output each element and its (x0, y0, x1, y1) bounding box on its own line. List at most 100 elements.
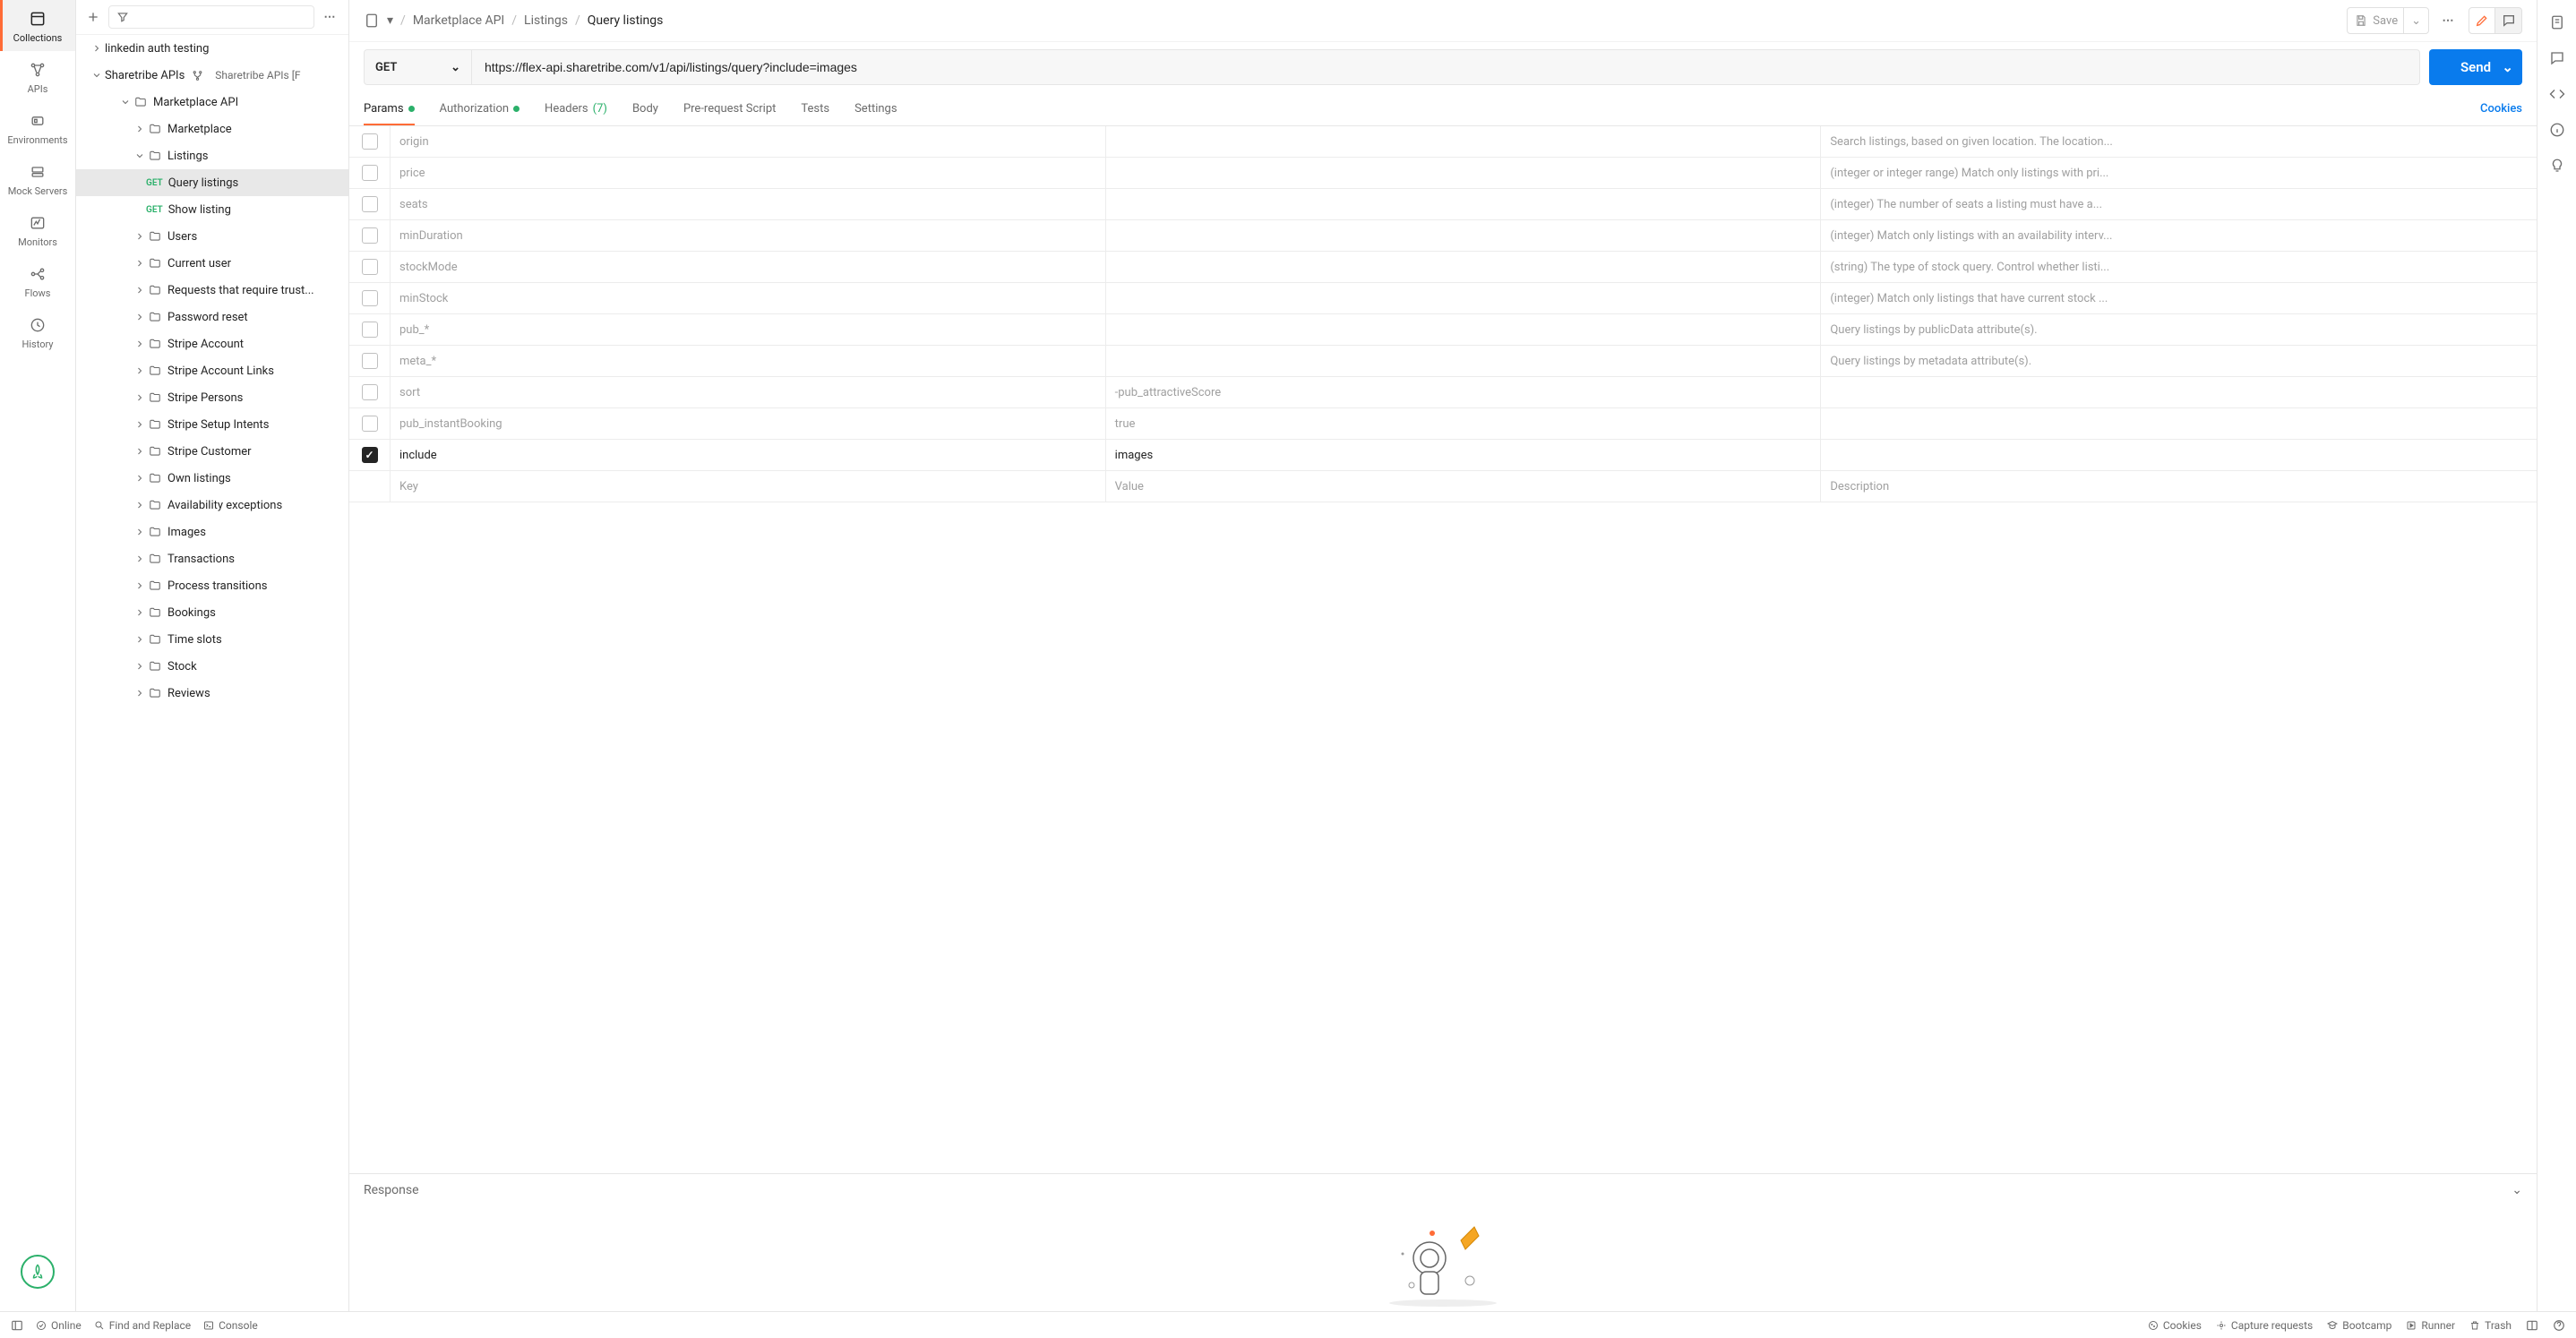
param-value[interactable] (1106, 220, 1822, 251)
param-key[interactable]: stockMode (391, 252, 1106, 282)
tab-authorization[interactable]: Authorization (440, 92, 520, 125)
tab-prerequest[interactable]: Pre-request Script (683, 92, 776, 125)
param-checkbox[interactable] (362, 447, 378, 463)
comments-icon[interactable] (2547, 48, 2567, 68)
breadcrumb-item[interactable]: Marketplace API (413, 13, 504, 28)
send-button[interactable]: Send ⌄ (2429, 49, 2522, 85)
chevron-icon[interactable] (132, 121, 148, 137)
chevron-icon[interactable] (132, 658, 148, 674)
param-desc[interactable] (1821, 377, 2537, 407)
param-value[interactable] (1106, 189, 1822, 219)
chevron-icon[interactable] (132, 605, 148, 621)
param-checkbox[interactable] (362, 227, 378, 244)
runner[interactable]: Runner (2406, 1319, 2455, 1332)
param-key[interactable]: minStock (391, 283, 1106, 313)
bulb-icon[interactable] (2547, 156, 2567, 176)
param-value[interactable] (1106, 126, 1822, 157)
param-desc[interactable]: (string) The type of stock query. Contro… (1821, 252, 2537, 282)
cookies-status[interactable]: Cookies (2148, 1319, 2202, 1332)
comment-icon[interactable] (2495, 7, 2522, 34)
tree-node[interactable]: Stripe Account (76, 330, 348, 357)
tab-body[interactable]: Body (632, 92, 658, 125)
tree-node[interactable]: Transactions (76, 545, 348, 572)
rail-history[interactable]: History (0, 306, 75, 357)
rail-mock-servers[interactable]: Mock Servers (0, 153, 75, 204)
chevron-icon[interactable] (117, 94, 133, 110)
tab-settings[interactable]: Settings (854, 92, 897, 125)
new-button[interactable] (83, 7, 103, 27)
tab-tests[interactable]: Tests (801, 92, 829, 125)
tree-node[interactable]: Users (76, 223, 348, 250)
param-value[interactable] (1106, 346, 1822, 376)
param-key[interactable]: seats (391, 189, 1106, 219)
param-key[interactable]: pub_instantBooking (391, 408, 1106, 439)
chevron-icon[interactable] (132, 336, 148, 352)
param-desc[interactable]: (integer) Match only listings that have … (1821, 283, 2537, 313)
param-desc[interactable]: (integer) The number of seats a listing … (1821, 189, 2537, 219)
param-value[interactable] (1106, 158, 1822, 188)
param-key[interactable]: meta_* (391, 346, 1106, 376)
chevron-icon[interactable] (132, 470, 148, 486)
help-icon[interactable] (2553, 1319, 2565, 1332)
collections-tree[interactable]: linkedin auth testingSharetribe APIsShar… (76, 35, 348, 1338)
param-key[interactable]: sort (391, 377, 1106, 407)
chevron-icon[interactable] (132, 443, 148, 459)
chevron-down-icon[interactable]: ▾ (387, 13, 393, 28)
chevron-icon[interactable] (132, 685, 148, 701)
param-row-new[interactable]: KeyValueDescription (349, 471, 2537, 502)
two-pane-icon[interactable] (2526, 1319, 2538, 1332)
param-value[interactable] (1106, 283, 1822, 313)
rail-apis[interactable]: APIs (0, 51, 75, 102)
rail-flows[interactable]: Flows (0, 255, 75, 306)
breadcrumb-item[interactable]: Listings (524, 13, 568, 28)
code-icon[interactable] (2547, 84, 2567, 104)
param-checkbox[interactable] (362, 416, 378, 432)
find-replace[interactable]: Find and Replace (94, 1319, 191, 1332)
url-input[interactable] (471, 49, 2420, 85)
param-value[interactable]: true (1106, 408, 1822, 439)
tree-node[interactable]: Images (76, 519, 348, 545)
param-key[interactable]: include (391, 440, 1106, 470)
chevron-icon[interactable] (132, 228, 148, 244)
chevron-icon[interactable] (132, 309, 148, 325)
param-desc[interactable]: Query listings by publicData attribute(s… (1821, 314, 2537, 345)
param-desc[interactable]: Query listings by metadata attribute(s). (1821, 346, 2537, 376)
sidebar-more-icon[interactable]: ⋯ (320, 6, 341, 28)
tree-node[interactable]: Stripe Customer (76, 438, 348, 465)
chevron-icon[interactable] (132, 497, 148, 513)
chevron-down-icon[interactable]: ⌄ (2502, 59, 2513, 75)
tab-more-icon[interactable]: ⋯ (2438, 10, 2460, 31)
tree-node[interactable]: Stripe Account Links (76, 357, 348, 384)
chevron-icon[interactable] (132, 416, 148, 433)
param-key[interactable]: price (391, 158, 1106, 188)
method-select[interactable]: GET ⌄ (364, 49, 471, 85)
param-checkbox[interactable] (362, 290, 378, 306)
collection-item[interactable]: Sharetribe APIsSharetribe APIs [F (76, 62, 348, 89)
param-value[interactable] (1106, 314, 1822, 345)
param-value[interactable]: images (1106, 440, 1822, 470)
tree-node[interactable]: Bookings (76, 599, 348, 626)
sidebar-toggle-icon[interactable] (11, 1319, 23, 1332)
param-checkbox[interactable] (362, 133, 378, 150)
rail-environments[interactable]: Environments (0, 102, 75, 153)
param-desc[interactable]: (integer) Match only listings with an av… (1821, 220, 2537, 251)
chevron-icon[interactable] (132, 551, 148, 567)
param-value[interactable] (1106, 252, 1822, 282)
cookies-link[interactable]: Cookies (2480, 102, 2522, 116)
tree-node[interactable]: Marketplace (76, 116, 348, 142)
tree-node[interactable]: Password reset (76, 304, 348, 330)
tab-params[interactable]: Params (364, 92, 415, 125)
param-desc[interactable]: (integer or integer range) Match only li… (1821, 158, 2537, 188)
chevron-icon[interactable] (132, 363, 148, 379)
bootcamp[interactable]: Bootcamp (2327, 1319, 2391, 1332)
param-key[interactable]: origin (391, 126, 1106, 157)
save-button[interactable]: Save ⌄ (2347, 7, 2429, 34)
documentation-icon[interactable] (2547, 13, 2567, 32)
chevron-icon[interactable] (132, 578, 148, 594)
chevron-down-icon[interactable]: ⌄ (2403, 8, 2421, 33)
param-key[interactable]: pub_* (391, 314, 1106, 345)
param-desc[interactable] (1821, 408, 2537, 439)
edit-icon[interactable] (2469, 7, 2495, 34)
param-desc[interactable]: Search listings, based on given location… (1821, 126, 2537, 157)
param-checkbox[interactable] (362, 384, 378, 400)
